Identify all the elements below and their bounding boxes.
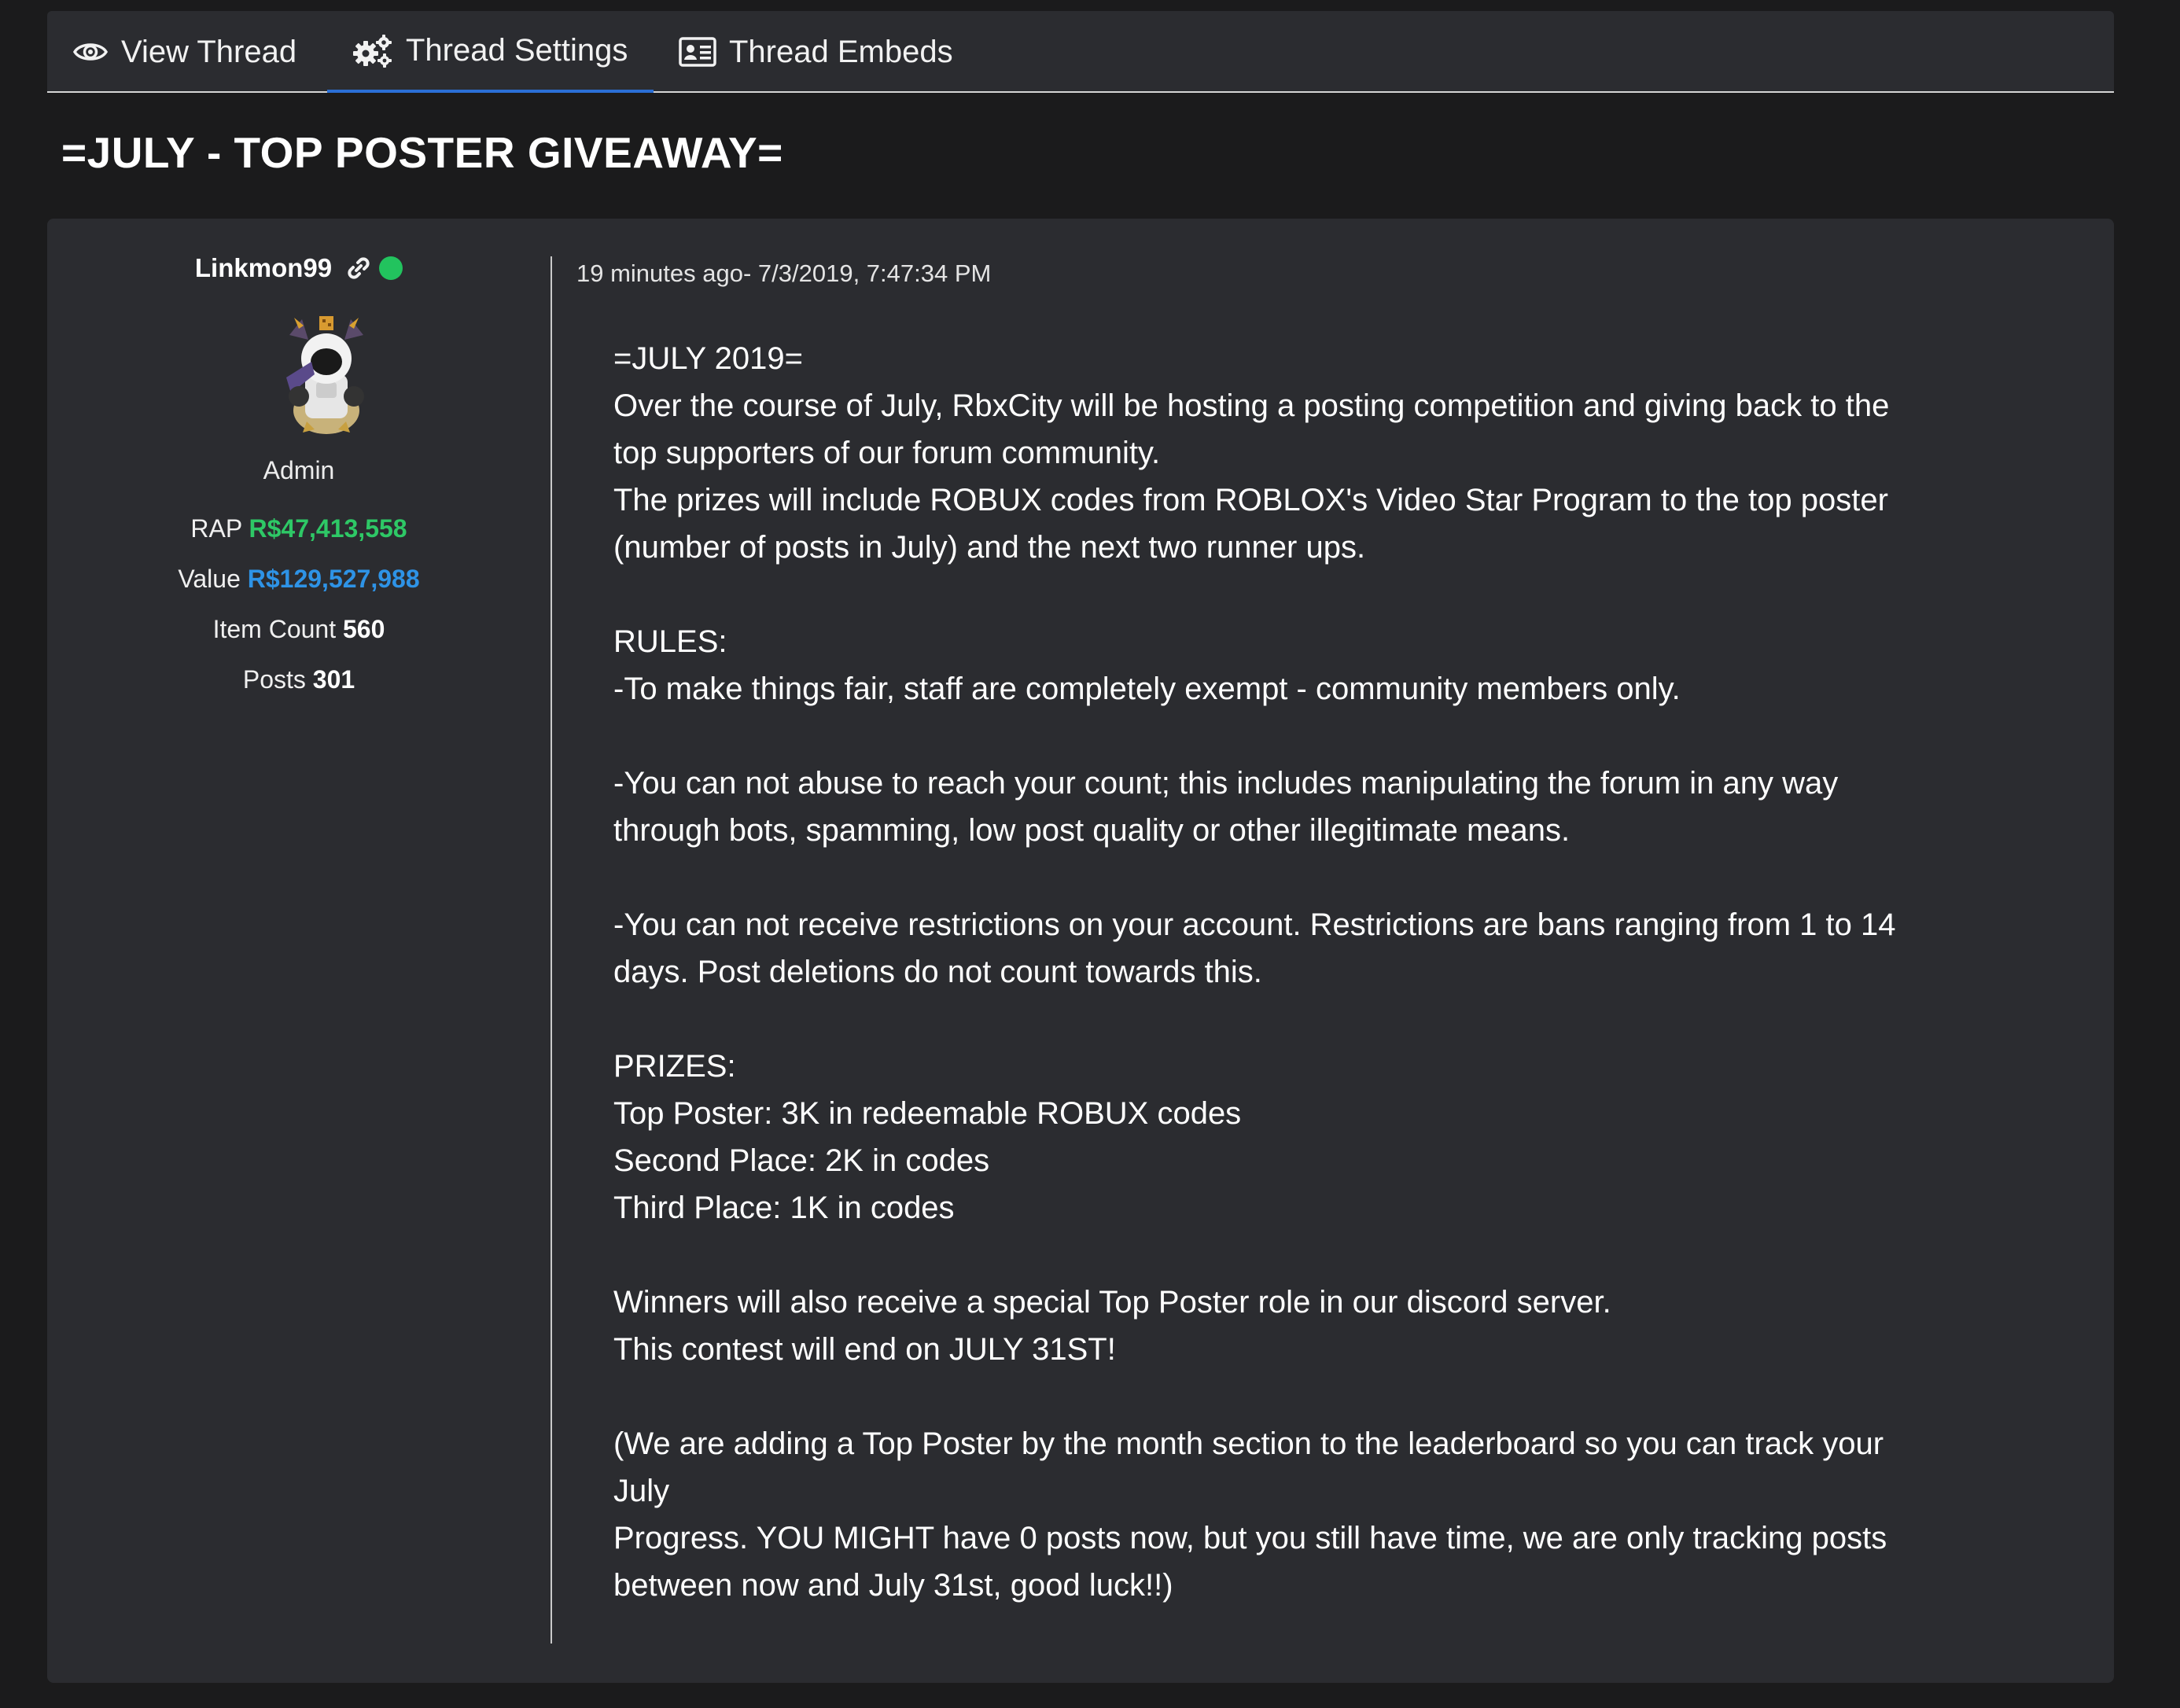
- post-line: -To make things fair, staff are complete…: [613, 672, 1681, 706]
- author-panel: Linkmon99 Admin RAP R$47,413,558 Value R…: [47, 219, 551, 1683]
- thread-title: =JULY - TOP POSTER GIVEAWAY=: [61, 128, 783, 177]
- tab-view-thread[interactable]: View Thread: [72, 11, 296, 93]
- post-line: -You can not abuse to reach your count; …: [613, 766, 1839, 801]
- post-line: Winners will also receive a special Top …: [613, 1285, 1611, 1320]
- thread-tabs: View Thread Thread Settings Thread Embed…: [47, 11, 2114, 93]
- author-item-count: Item Count 560: [47, 615, 551, 644]
- online-status-dot: [379, 256, 403, 280]
- avatar[interactable]: [267, 311, 385, 437]
- post-body: =JULY 2019= Over the course of July, RbxC…: [613, 335, 1966, 1609]
- value-amount: R$129,527,988: [247, 565, 420, 593]
- item-count-label: Item Count: [212, 615, 337, 643]
- tab-label: View Thread: [121, 34, 297, 69]
- post-line: July: [613, 1474, 670, 1508]
- author-rap: RAP R$47,413,558: [47, 514, 551, 543]
- author-posts: Posts 301: [47, 665, 551, 694]
- post-line: =JULY 2019=: [613, 341, 803, 376]
- gears-icon: [351, 33, 393, 68]
- tab-label: Thread Settings: [406, 32, 628, 68]
- post-timestamp: 19 minutes ago- 7/3/2019, 7:47:34 PM: [576, 260, 992, 287]
- post-card: Linkmon99 Admin RAP R$47,413,558 Value R…: [47, 219, 2114, 1683]
- post-line: Third Place: 1K in codes: [613, 1191, 955, 1225]
- author-username[interactable]: Linkmon99: [195, 253, 332, 283]
- link-icon[interactable]: [346, 256, 371, 281]
- post-line: top supporters of our forum community.: [613, 436, 1161, 470]
- post-line: Second Place: 2K in codes: [613, 1143, 990, 1178]
- post-blank-line: [613, 1373, 1966, 1420]
- posts-value: 301: [312, 665, 355, 694]
- post-line: (We are adding a Top Poster by the month…: [613, 1426, 1884, 1461]
- post-line: PRIZES:: [613, 1049, 736, 1084]
- post-blank-line: [613, 854, 1966, 901]
- tab-thread-settings[interactable]: Thread Settings: [327, 11, 654, 93]
- post-line: The prizes will include ROBUX codes from…: [613, 483, 1888, 517]
- tab-thread-embeds[interactable]: Thread Embeds: [679, 11, 953, 93]
- posts-label: Posts: [242, 665, 306, 694]
- post-blank-line: [613, 996, 1966, 1043]
- author-role: Admin: [263, 456, 335, 484]
- post-line: (number of posts in July) and the next t…: [613, 530, 1366, 565]
- id-card-icon: [679, 37, 716, 67]
- post-divider: [551, 256, 552, 1644]
- post-line: between now and July 31st, good luck!!): [613, 1568, 1173, 1603]
- post-blank-line: [613, 571, 1966, 618]
- author-name-row: Linkmon99: [47, 253, 551, 283]
- post-line: RULES:: [613, 624, 727, 659]
- author-value: Value R$129,527,988: [47, 565, 551, 594]
- post-line: -You can not receive restrictions on you…: [613, 907, 1896, 942]
- post-line: through bots, spamming, low post quality…: [613, 813, 1571, 848]
- post-line: Over the course of July, RbxCity will be…: [613, 388, 1890, 423]
- eye-icon: [72, 39, 109, 65]
- post-line: This contest will end on JULY 31ST!: [613, 1332, 1116, 1367]
- post-line: days. Post deletions do not count toward…: [613, 955, 1262, 989]
- tab-label: Thread Embeds: [729, 34, 953, 69]
- post-line: Progress. YOU MIGHT have 0 posts now, bu…: [613, 1521, 1887, 1555]
- value-label: Value: [178, 565, 241, 593]
- rap-value: R$47,413,558: [249, 514, 407, 543]
- post-blank-line: [613, 712, 1966, 760]
- item-count-value: 560: [343, 615, 385, 643]
- post-line: Top Poster: 3K in redeemable ROBUX codes: [613, 1096, 1242, 1131]
- rap-label: RAP: [190, 514, 242, 543]
- post-blank-line: [613, 1231, 1966, 1279]
